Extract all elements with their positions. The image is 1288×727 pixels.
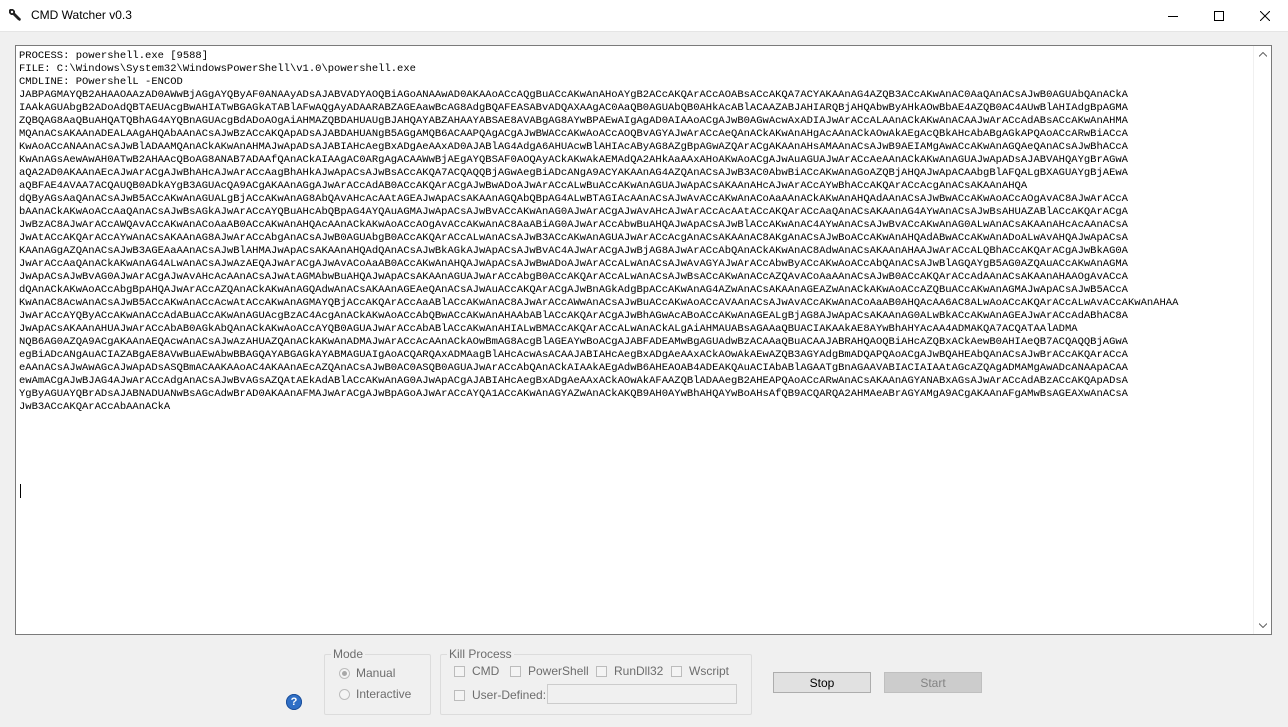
- checkbox-icon: [454, 665, 465, 677]
- console-text: PROCESS: powershell.exe [9588] FILE: C:\…: [19, 50, 1253, 414]
- title-bar[interactable]: CMD Watcher v0.3: [0, 0, 1288, 32]
- scroll-up-icon[interactable]: [1254, 46, 1271, 63]
- kill-rundll32-checkbox[interactable]: RunDll32: [596, 664, 663, 678]
- console-line: bAAnACkAKwAoACcAaQAnACsAJwBsAGkAJwArACcA…: [19, 206, 1128, 218]
- mode-group-title: Mode: [333, 647, 364, 661]
- console-line: FILE: C:\Windows\System32\WindowsPowerSh…: [19, 63, 416, 75]
- kill-user-defined-checkbox[interactable]: User-Defined:: [454, 688, 546, 702]
- console-line: ZQBQAG8AaQBuAHQATQBhAG4AYQBnAGUAcgBdADoA…: [19, 115, 1128, 127]
- mode-interactive-radio[interactable]: Interactive: [339, 687, 411, 701]
- checkbox-icon: [454, 689, 465, 701]
- kill-process-group: Kill Process: [440, 647, 752, 715]
- kill-cmd-checkbox[interactable]: CMD: [454, 664, 499, 678]
- vertical-scrollbar[interactable]: [1253, 46, 1271, 634]
- console-line: aQBFAE4AVAA7ACQAUQB0ADkAYgB3AGUAcQA9ACgA…: [19, 180, 1028, 192]
- console-line: MQAnACsAKAAnADEALAAgAHQAbAAnACsAJwBzACcA…: [19, 128, 1128, 140]
- close-button[interactable]: [1242, 0, 1288, 31]
- kill-user-defined-label: User-Defined:: [472, 688, 547, 702]
- close-icon: [1260, 10, 1270, 21]
- checkbox-icon: [596, 665, 607, 677]
- kill-wscript-checkbox[interactable]: Wscript: [671, 664, 729, 678]
- console-line: dQAnACkAKwAoACcAbgBpAHQAJwArACcAZQAnACkA…: [19, 284, 1128, 296]
- console-line: JABPAGMAYQB2AHAAOAAzAD0AWwBjAGgAYQByAF0A…: [19, 89, 1128, 101]
- console-line: PROCESS: powershell.exe [9588]: [19, 50, 209, 62]
- user-defined-input[interactable]: [547, 684, 737, 704]
- console-line: JwApACsAJwBvAG0AJwArACgAJwAvAHcAcAAnACsA…: [19, 271, 1128, 283]
- mode-manual-label: Manual: [356, 666, 396, 680]
- minimize-icon: [1168, 15, 1178, 17]
- console-line: NQB6AG0AZQA9ACgAKAAnAEQAcwAnACsAJwAzAHUA…: [19, 336, 1128, 348]
- kill-powershell-checkbox[interactable]: PowerShell: [510, 664, 589, 678]
- console-line: JwArACcAYQByACcAKwAnACcAdABuACcAKwAnAGUA…: [19, 310, 1128, 322]
- minimize-button[interactable]: [1150, 0, 1196, 31]
- stop-button[interactable]: Stop: [773, 672, 871, 693]
- text-caret: [20, 484, 21, 498]
- console-line: aQA2AD0AKAAnAEcAJwArACgAJwBhAHcAJwArACcA…: [19, 167, 1128, 179]
- console-line: KAAnAGgAZQAnACsAJwB3AGEAaAAnACsAJwBlAHMA…: [19, 245, 1128, 257]
- wrench-icon: [9, 9, 21, 21]
- start-button[interactable]: Start: [884, 672, 982, 693]
- help-icon[interactable]: ?: [286, 694, 302, 710]
- console-line: JwBzAC8AJwArACcAWQAvACcAKwAnACoAaAB0ACcA…: [19, 219, 1128, 231]
- window-title: CMD Watcher v0.3: [31, 8, 132, 22]
- console-line: JwB3ACcAKQArACcAbAAnACkA: [19, 401, 171, 413]
- checkbox-icon: [510, 665, 521, 677]
- console-line: JwArACcAaQAnACkAKwAnAG4ALwAnACsAJwAzAEQA…: [19, 258, 1128, 270]
- kill-cmd-label: CMD: [472, 664, 500, 678]
- kill-process-group-title: Kill Process: [449, 647, 512, 661]
- kill-wscript-label: Wscript: [689, 664, 729, 678]
- console-line: YgByAGUAYQBrADsAJABNADUANwBsAGcAdwBrAD0A…: [19, 388, 1128, 400]
- console-line: JwAtACcAKQArACcAYwAnACsAKAAnAG8AJwArACcA…: [19, 232, 1128, 244]
- maximize-button[interactable]: [1196, 0, 1242, 31]
- console-line: CMDLINE: POwershelL -ENCOD: [19, 76, 183, 88]
- console-line: KwAoACcANAAnACsAJwBlADAAMQAnACkAKwAnAHMA…: [19, 141, 1128, 153]
- console-output[interactable]: PROCESS: powershell.exe [9588] FILE: C:\…: [15, 45, 1272, 635]
- mode-manual-radio[interactable]: Manual: [339, 666, 395, 680]
- radio-selected-icon: [339, 667, 350, 679]
- kill-rundll32-label: RunDll32: [614, 664, 664, 678]
- radio-unselected-icon: [339, 688, 350, 700]
- console-line: KwAnAC8AcwAnACsAJwB5ACcAKwAnACcAcwAtACcA…: [19, 297, 1179, 309]
- console-line: ewAmACgAJwBJAG4AJwArACcAdgAnACsAJwBvAGsA…: [19, 375, 1128, 387]
- checkbox-icon: [671, 665, 682, 677]
- mode-interactive-label: Interactive: [356, 687, 412, 701]
- console-line: KwAnAGsAewAwAH0ATwB2AHAAcQBoAG8ANAB7ADAA…: [19, 154, 1128, 166]
- mode-group: Mode: [324, 647, 431, 715]
- console-line: IAAkAGUAbgB2ADoAdQBTAEUAcgBwAHIATwBGAGkA…: [19, 102, 1128, 114]
- kill-powershell-label: PowerShell: [528, 664, 589, 678]
- maximize-icon: [1214, 10, 1224, 21]
- console-line: eAAnACsAJwAwAGcAJwApADsASQBmACAAKAAoAC4A…: [19, 362, 1128, 374]
- scroll-down-icon[interactable]: [1254, 617, 1271, 634]
- console-line: JwApACsAKAAnAHUAJwArACcAbAB0AGkAbQAnACkA…: [19, 323, 1078, 335]
- console-line: egBiADcANgAuACIAZABgAE8AVwBuAEwAbwBBAGQA…: [19, 349, 1128, 361]
- console-line: dQByAGsAaQAnACsAJwB5ACcAKwAnAGUALgBjACcA…: [19, 193, 1128, 205]
